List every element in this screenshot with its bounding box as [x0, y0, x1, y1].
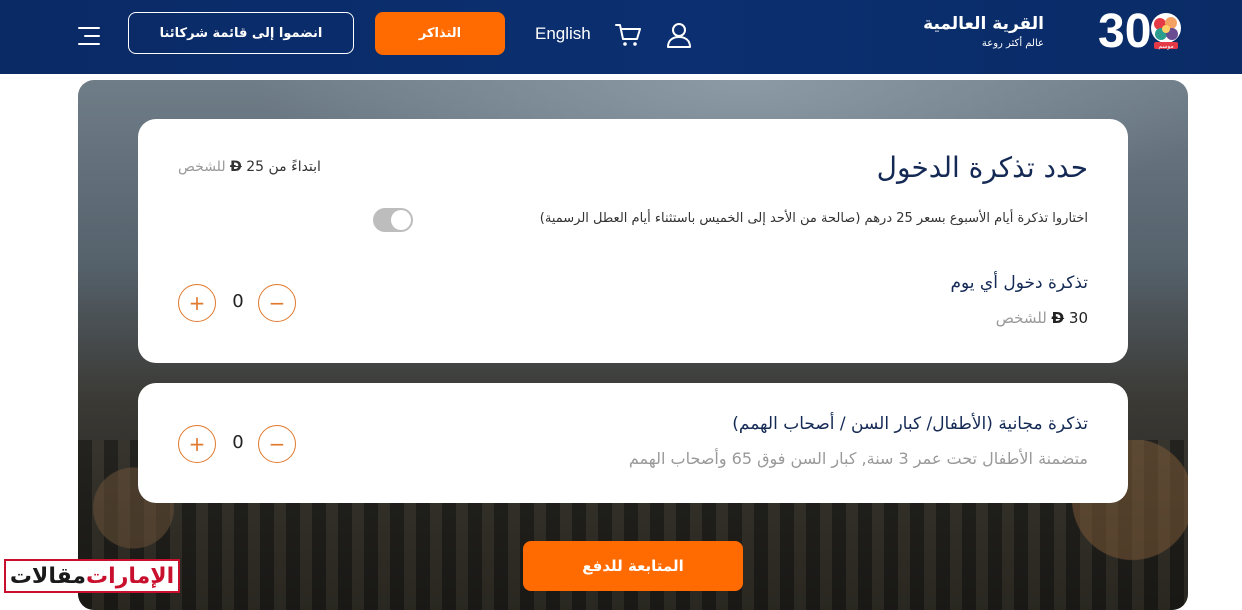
free-ticket-card: تذكرة مجانية (الأطفال/ كبار السن / أصحاب…	[138, 383, 1128, 503]
dirham-icon: Đ	[230, 159, 242, 175]
proceed-to-payment-button[interactable]: المتابعة للدفع	[523, 541, 743, 591]
any-day-ticket-name: تذكرة دخول أي يوم	[950, 273, 1088, 293]
tickets-button[interactable]: التذاكر	[375, 12, 505, 55]
top-header: انضموا إلى قائمة شركائنا التذاكر English…	[0, 0, 1242, 74]
join-partners-button[interactable]: انضموا إلى قائمة شركائنا	[128, 12, 354, 54]
hamburger-menu-icon[interactable]	[76, 24, 100, 48]
language-switch-link[interactable]: English	[535, 24, 591, 44]
global-village-logo[interactable]: القرية العالمية عالم أكثر روعة 30 موسم	[923, 5, 1188, 64]
logo-season-label: موسم	[1158, 43, 1173, 50]
weekday-ticket-toggle[interactable]	[373, 208, 413, 232]
decrease-quantity-button[interactable]: −	[258, 284, 296, 322]
page-title: حدد تذكرة الدخول	[876, 151, 1088, 184]
any-day-ticket-price: 30 Đ للشخص	[995, 309, 1088, 327]
free-ticket-description: متضمنة الأطفال تحت عمر 3 سنة, كبار السن …	[628, 449, 1088, 468]
logo-title: القرية العالمية	[923, 14, 1044, 34]
logo-season-number: 30	[1098, 5, 1152, 58]
season-badge-icon: موسم	[1151, 13, 1181, 50]
starting-price: ابتداءً من 25 Đ للشخص	[178, 159, 321, 175]
quantity-value: 0	[232, 432, 244, 453]
cart-icon[interactable]	[614, 22, 642, 48]
increase-quantity-button[interactable]: +	[178, 425, 216, 463]
ticket-selection-card: حدد تذكرة الدخول ابتداءً من 25 Đ للشخص ا…	[138, 119, 1128, 363]
user-icon[interactable]	[664, 20, 694, 50]
increase-quantity-button[interactable]: +	[178, 284, 216, 322]
weekday-ticket-label: اختاروا تذكرة أيام الأسبوع بسعر 25 درهم …	[539, 211, 1088, 226]
dirham-icon: Đ	[1051, 309, 1065, 327]
free-ticket-name: تذكرة مجانية (الأطفال/ كبار السن / أصحاب…	[732, 414, 1088, 434]
logo-tagline: عالم أكثر روعة	[981, 38, 1044, 49]
decrease-quantity-button[interactable]: −	[258, 425, 296, 463]
quantity-value: 0	[232, 291, 244, 312]
any-day-quantity-stepper: + 0 −	[178, 284, 298, 324]
watermark-logo: الإمارات مقالات	[4, 559, 180, 593]
free-ticket-quantity-stepper: + 0 −	[178, 425, 298, 465]
